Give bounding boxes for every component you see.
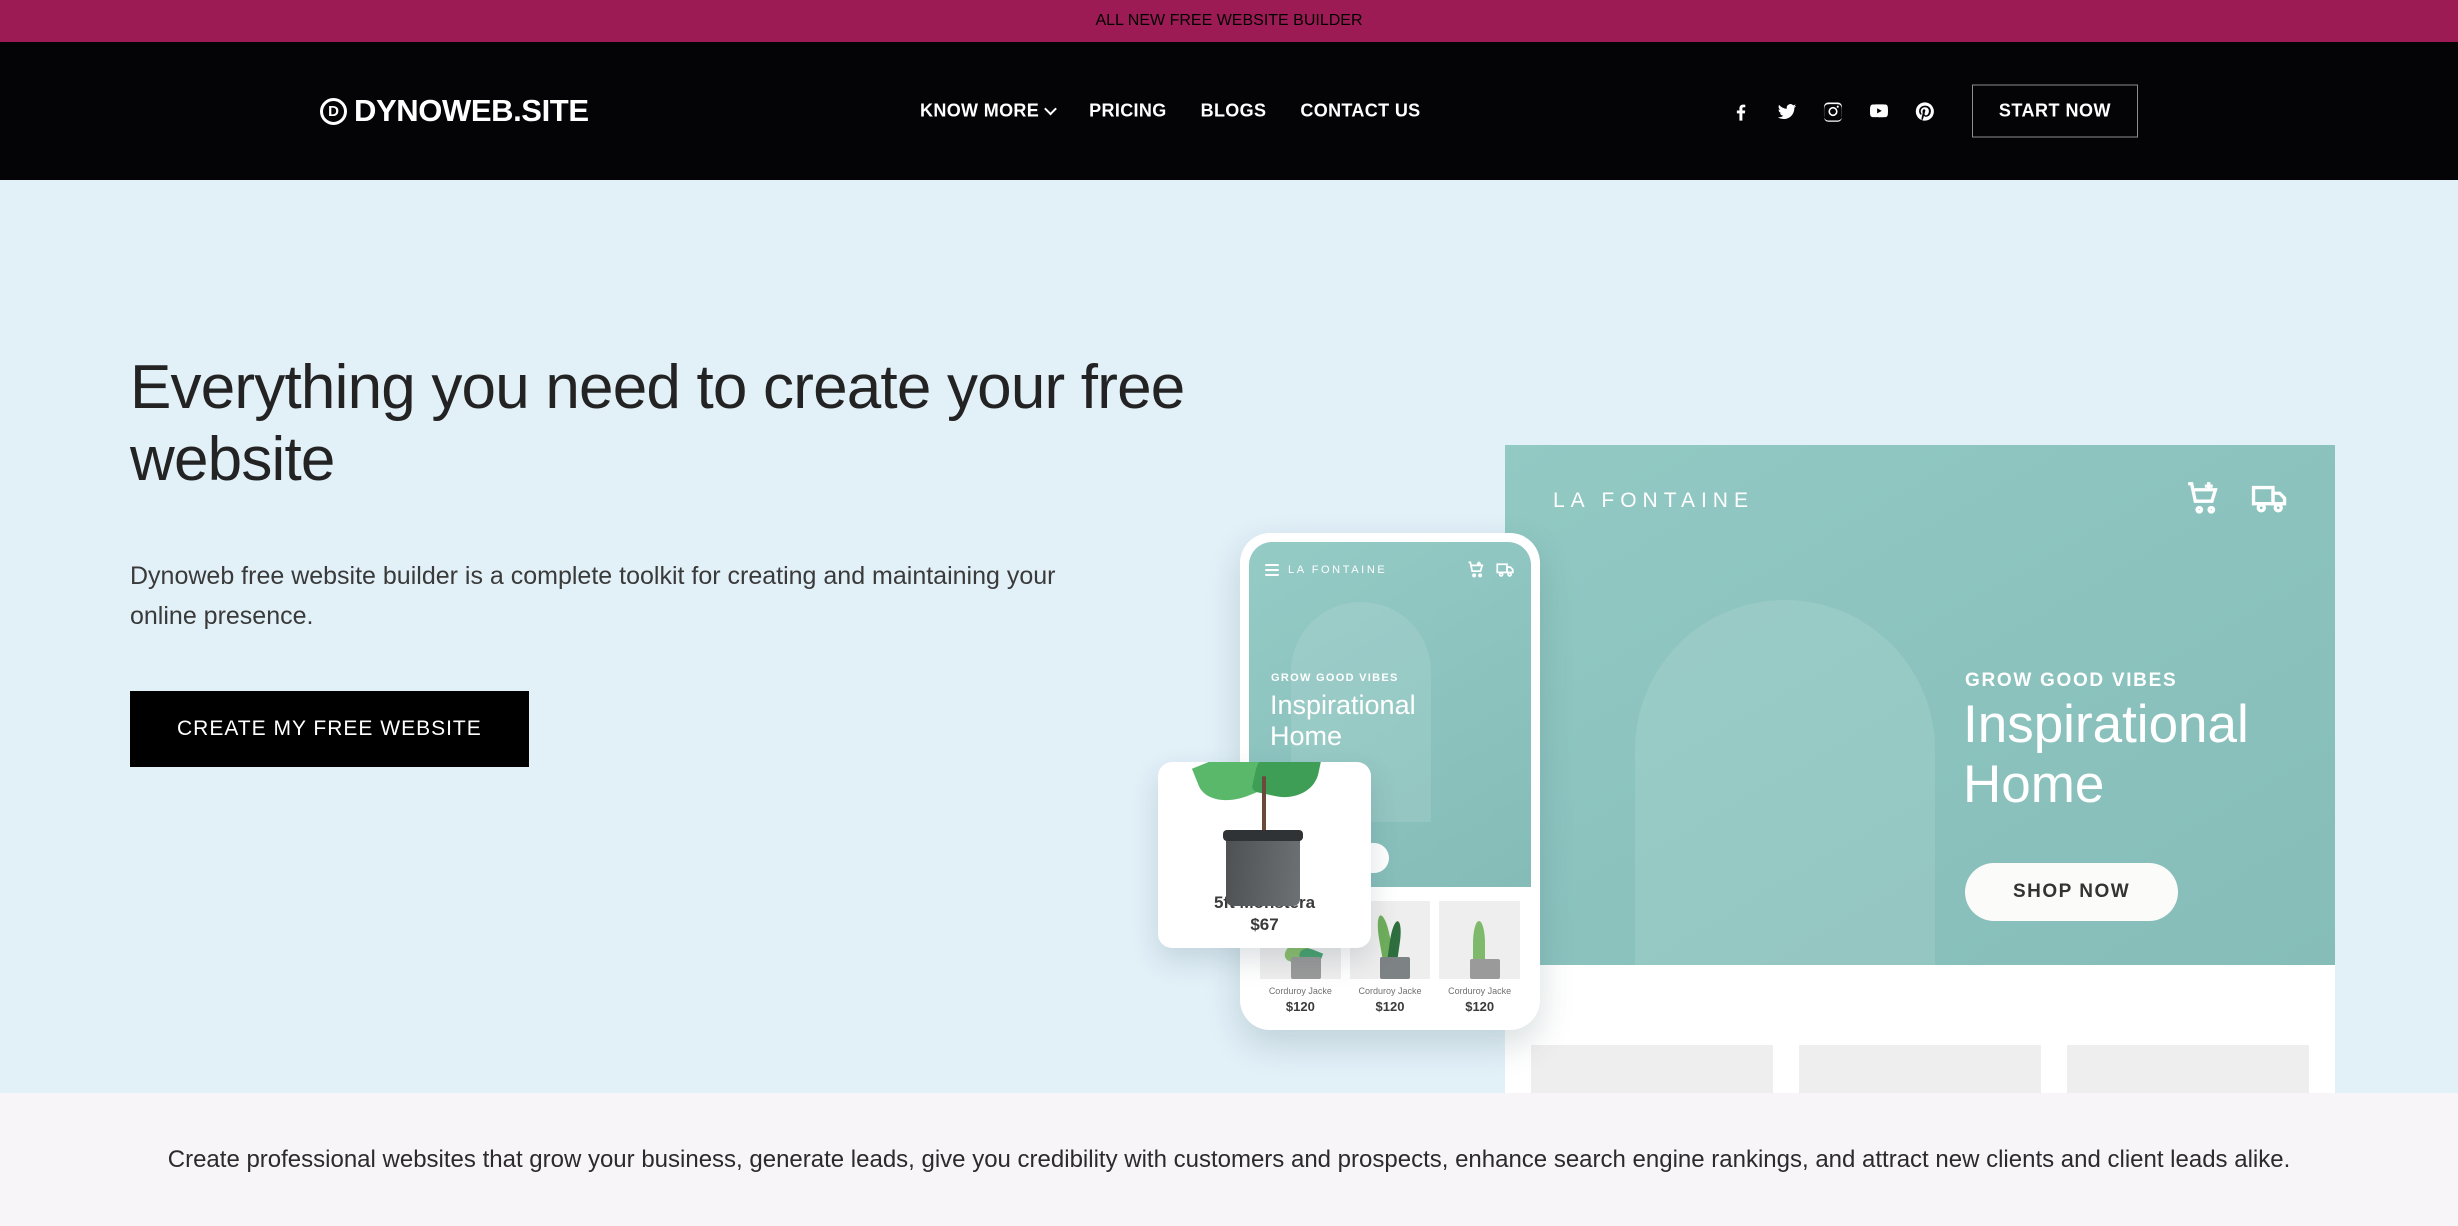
announcement-banner: ALL NEW FREE WEBSITE BUILDER xyxy=(0,0,2458,42)
product-price: $120 xyxy=(1465,999,1495,1014)
announcement-text: ALL NEW FREE WEBSITE BUILDER xyxy=(1095,12,1363,29)
hero-section: Everything you need to create your free … xyxy=(0,180,2458,1093)
social-links xyxy=(1730,100,1936,122)
value-proposition-section: Create professional websites that grow y… xyxy=(0,1093,2458,1226)
brand-logo[interactable]: D DYNOWEB.SITE xyxy=(320,93,589,129)
plant-stem-decoration xyxy=(1262,776,1266,838)
start-now-button[interactable]: START NOW xyxy=(1971,84,2138,138)
main-navigation: KNOW MORE PRICING BLOGS CONTACT US xyxy=(920,101,1421,122)
product-name: Corduroy Jacke xyxy=(1358,986,1422,996)
featured-product-card[interactable]: 5ft Monstera $67 xyxy=(1158,762,1371,948)
hero-copy: Everything you need to create your free … xyxy=(130,352,1250,767)
product-tile[interactable] xyxy=(1799,1045,2041,1093)
value-proposition-text: Create professional websites that grow y… xyxy=(167,1145,2291,1173)
delivery-truck-icon[interactable] xyxy=(1496,560,1515,579)
create-my-free-website-button[interactable]: CREATE MY FREE WEBSITE xyxy=(130,690,529,767)
delivery-truck-icon[interactable] xyxy=(2251,479,2289,517)
phone-headline: Inspirational Home xyxy=(1270,690,1416,752)
nav-item-contact-us[interactable]: CONTACT US xyxy=(1300,101,1420,122)
instagram-icon[interactable] xyxy=(1822,100,1844,122)
header-actions: START NOW xyxy=(1730,84,2138,138)
site-header: D DYNOWEB.SITE KNOW MORE PRICING BLOGS C… xyxy=(0,42,2458,180)
phone-topbar: LA FONTAINE xyxy=(1265,560,1515,579)
dynoweb-logo-icon: D xyxy=(320,97,347,125)
desktop-product-grid xyxy=(1505,1045,2335,1093)
phone-store-brand: LA FONTAINE xyxy=(1288,563,1388,576)
plant-pot-decoration xyxy=(1380,957,1411,979)
decorative-blob xyxy=(1635,600,1935,965)
product-price: $120 xyxy=(1375,999,1405,1014)
hero-mockup-artwork: LA FONTAINE GROW GOOD VIBES Inspirationa… xyxy=(1158,435,2335,1093)
hero-title: Everything you need to create your free … xyxy=(130,353,1185,494)
desktop-eyebrow: GROW GOOD VIBES xyxy=(1965,670,2178,691)
phone-store-icons xyxy=(1467,560,1515,579)
pinterest-icon[interactable] xyxy=(1914,100,1936,122)
nav-item-label: KNOW MORE xyxy=(920,100,1040,121)
plant-pot-decoration xyxy=(1223,830,1303,906)
featured-product-price: $67 xyxy=(1250,915,1279,934)
cart-add-icon[interactable] xyxy=(2185,479,2223,517)
phone-eyebrow: GROW GOOD VIBES xyxy=(1271,672,1399,684)
nav-item-pricing[interactable]: PRICING xyxy=(1089,101,1166,122)
youtube-icon[interactable] xyxy=(1868,100,1890,122)
product-thumbnail xyxy=(1439,901,1521,979)
desktop-shop-now-button[interactable]: SHOP NOW xyxy=(1965,863,2179,921)
nav-item-know-more[interactable]: KNOW MORE xyxy=(920,101,1055,122)
cart-add-icon[interactable] xyxy=(1467,560,1486,579)
facebook-icon[interactable] xyxy=(1730,100,1752,122)
plant-pot-decoration xyxy=(1290,957,1321,979)
desktop-headline: Inspirational Home xyxy=(1963,695,2249,816)
product-price: $120 xyxy=(1285,999,1315,1014)
phone-headline-line2: Home xyxy=(1270,721,1343,752)
twitter-icon[interactable] xyxy=(1776,100,1798,122)
desktop-headline-line2: Home xyxy=(1963,755,2105,815)
brand-name: DYNOWEB.SITE xyxy=(354,93,589,128)
product-tile[interactable] xyxy=(2067,1045,2309,1093)
chevron-down-icon xyxy=(1046,105,1055,114)
product-tile[interactable] xyxy=(1531,1045,1773,1093)
phone-headline-line1: Inspirational xyxy=(1270,690,1416,720)
product-name: Corduroy Jacke xyxy=(1268,986,1332,996)
desktop-headline-line1: Inspirational xyxy=(1963,695,2249,754)
nav-item-blogs[interactable]: BLOGS xyxy=(1201,101,1267,122)
desktop-store-icons xyxy=(2185,479,2289,517)
plant-pot-decoration xyxy=(1469,959,1500,979)
product-name: Corduroy Jacke xyxy=(1448,986,1512,996)
hero-subtitle: Dynoweb free website builder is a comple… xyxy=(130,561,1056,630)
desktop-store-brand: LA FONTAINE xyxy=(1553,489,1754,512)
menu-icon[interactable] xyxy=(1265,563,1279,576)
desktop-mockup: LA FONTAINE GROW GOOD VIBES Inspirationa… xyxy=(1505,445,2335,1093)
product-card[interactable]: Corduroy Jacke $120 xyxy=(1439,901,1521,1014)
desktop-hero-band: LA FONTAINE GROW GOOD VIBES Inspirationa… xyxy=(1505,445,2335,965)
plant-leaf-decoration xyxy=(1387,920,1403,962)
